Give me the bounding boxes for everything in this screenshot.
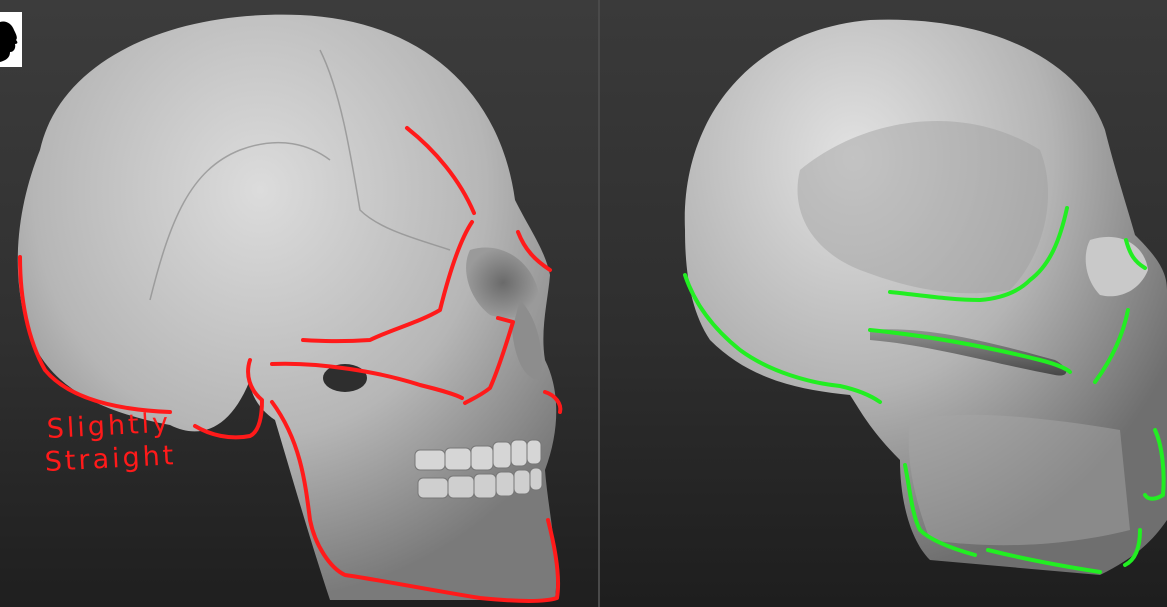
reference-viewport: Slightly Straight: [0, 0, 598, 607]
sculpt-skull-render: [683, 19, 1167, 575]
head-silhouette-icon[interactable]: [0, 12, 22, 67]
sculpt-viewport: [600, 0, 1167, 607]
reference-skull-render: [17, 14, 563, 603]
